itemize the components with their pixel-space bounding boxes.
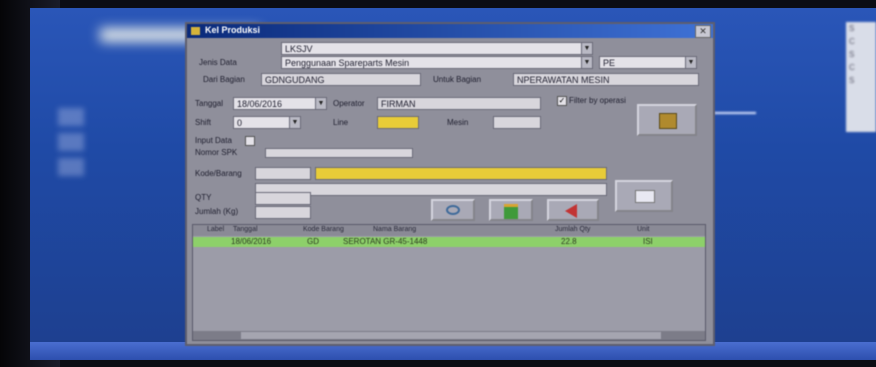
mesin-label: Mesin [447, 118, 469, 127]
operator-label: Operator [333, 99, 365, 108]
app-icon [191, 27, 200, 35]
nomor-spk-label: Nomor SPK [195, 148, 238, 157]
line-field[interactable] [377, 116, 419, 129]
grid-header: Label Tanggal Kode Barang Nama Barang Ju… [193, 225, 705, 236]
dari-bagian-label: Dari Bagian [203, 75, 245, 84]
chevron-down-icon[interactable]: ▼ [289, 117, 300, 128]
kode-barang-label: Kode/Barang [195, 169, 242, 178]
chevron-down-icon[interactable]: ▼ [581, 57, 592, 68]
tanggal-date-picker[interactable]: 18/06/2016 ▼ [233, 97, 327, 110]
close-button[interactable]: ✕ [695, 25, 711, 38]
app-window: Kel Produksi ✕ LKSJV ▼ Jenis Data Penggu… [185, 22, 715, 346]
title-bar[interactable]: Kel Produksi ✕ [187, 24, 713, 38]
tanggal-value: 18/06/2016 [237, 99, 283, 109]
calendar-dropdown-icon[interactable]: ▼ [315, 98, 326, 109]
nomor-spk-field[interactable] [265, 148, 413, 158]
print-button[interactable] [615, 180, 673, 212]
print-icon [635, 190, 655, 203]
refresh-button[interactable] [431, 199, 475, 221]
column-header[interactable]: Label [207, 226, 224, 233]
jumlah-label: Jumlah (Kg) [195, 207, 239, 216]
data-grid[interactable]: Label Tanggal Kode Barang Nama Barang Ju… [192, 224, 706, 341]
chevron-down-icon[interactable]: ▼ [685, 57, 696, 68]
line-label: Line [333, 118, 349, 127]
jumlah-field[interactable] [255, 206, 311, 219]
chevron-down-icon[interactable]: ▼ [581, 43, 592, 54]
filter-label: Filter by operasi [569, 96, 626, 105]
operator-field[interactable]: FIRMAN [377, 97, 541, 110]
nama-barang-field[interactable] [315, 167, 607, 180]
cell-tanggal: 18/06/2016 [231, 237, 272, 246]
kode-value: LKSJV [285, 44, 313, 54]
jenis-data-value: Penggunaan Spareparts Mesin [285, 58, 410, 68]
cell-kode: GD [307, 237, 319, 246]
kode-dropdown[interactable]: LKSJV ▼ [281, 42, 593, 55]
column-header[interactable]: Nama Barang [373, 226, 416, 233]
untuk-bagian-field[interactable]: NPERAWATAN MESIN [513, 73, 699, 86]
desktop-icon[interactable] [58, 133, 84, 151]
jenis-data-dropdown[interactable]: Penggunaan Spareparts Mesin ▼ [281, 56, 593, 69]
column-header[interactable]: Unit [637, 226, 649, 233]
exit-icon [565, 204, 577, 218]
save-button[interactable] [637, 104, 697, 136]
filter-checkbox[interactable]: ✓ [557, 96, 567, 106]
untuk-bagian-label: Untuk Bagian [433, 75, 482, 84]
side-text: S [849, 76, 855, 85]
side-window: S C S C S [846, 22, 876, 132]
jenis-data-label: Jenis Data [199, 58, 237, 67]
side-text: C [849, 63, 855, 72]
table-row[interactable]: 18/06/2016 GD SEROTAN GR-45-1448 22.8 IS… [193, 237, 705, 247]
desktop-icon[interactable] [58, 158, 84, 176]
shift-value: 0 [237, 118, 243, 128]
kode-barang-field[interactable] [255, 167, 311, 180]
tanggal-label: Tanggal [195, 99, 224, 108]
pe-value: PE [603, 58, 616, 68]
refresh-icon [446, 205, 460, 215]
side-text: S [849, 50, 855, 59]
qty-field[interactable] [255, 192, 311, 205]
cell-nama-barang: SEROTAN GR-45-1448 [343, 237, 428, 246]
cell-jumlah: 22.8 [561, 237, 577, 246]
add-icon [504, 204, 518, 219]
desktop-icon[interactable] [58, 108, 84, 126]
column-header[interactable]: Tanggal [233, 226, 258, 233]
mesin-field[interactable] [493, 116, 541, 129]
add-button[interactable] [489, 199, 533, 221]
input-data-label: Input Data [195, 136, 232, 145]
shift-dropdown[interactable]: 0 ▼ [233, 116, 301, 129]
window-title: Kel Produksi [205, 25, 261, 35]
side-text: C [849, 37, 855, 46]
input-data-checkbox[interactable] [245, 136, 255, 146]
scrollbar-thumb[interactable] [241, 332, 661, 339]
shift-label: Shift [195, 118, 212, 127]
qty-label: QTY [195, 193, 212, 202]
pe-dropdown[interactable]: PE ▼ [599, 56, 697, 69]
exit-button[interactable] [547, 199, 599, 221]
cell-unit: ISI [643, 237, 653, 246]
column-header[interactable]: Kode Barang [303, 226, 344, 233]
horizontal-scrollbar[interactable] [193, 331, 705, 340]
save-icon [659, 113, 677, 129]
dari-bagian-field[interactable]: GDNGUDANG [261, 73, 421, 86]
column-header[interactable]: Jumlah Qty [555, 226, 590, 233]
side-text: S [849, 24, 855, 33]
